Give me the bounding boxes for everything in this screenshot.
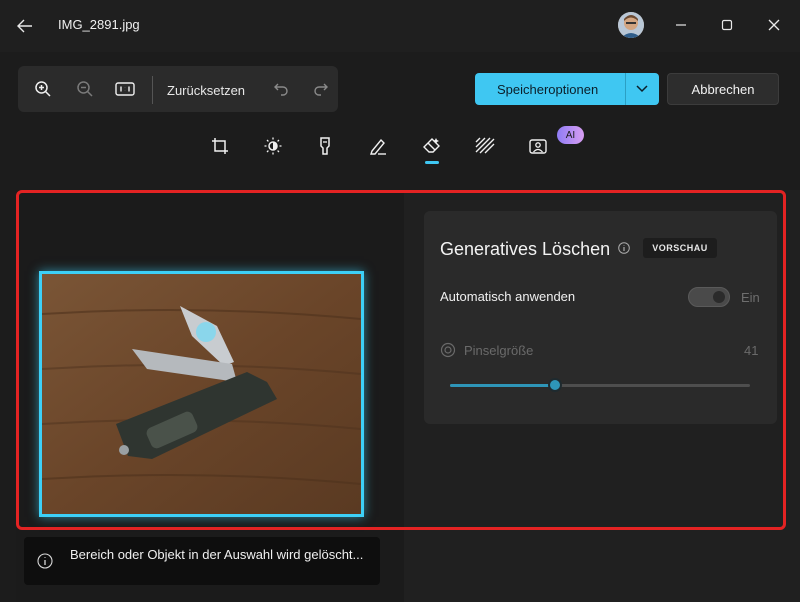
maximize-button[interactable] [710,10,744,40]
brush-size-value: 41 [744,343,759,358]
markup-icon [370,138,386,155]
edited-photo[interactable] [39,271,364,517]
redo-icon [314,83,328,96]
info-icon [37,553,53,569]
save-options-label: Speicheroptionen [497,81,599,97]
actual-size-icon [115,82,135,96]
brush-size-slider-thumb[interactable] [548,378,562,392]
reset-button[interactable]: Zurücksetzen [167,83,245,98]
background-icon [475,137,495,154]
toolbar-divider [152,76,153,104]
zoom-in-icon [35,81,51,97]
auto-apply-label: Automatisch anwenden [440,289,576,304]
tab-filter[interactable] [312,134,338,158]
minimize-button[interactable] [664,10,698,40]
generative-icon [529,139,547,154]
zoom-in-button[interactable] [30,77,56,101]
chevron-down-icon [636,85,648,93]
minimize-icon [676,24,686,26]
toast-message: Bereich oder Objekt in der Auswahl wird … [70,547,364,562]
info-icon[interactable] [617,241,631,255]
avatar[interactable] [618,12,644,38]
brush-size-icon [440,342,456,358]
save-options-dropdown[interactable] [626,85,658,93]
tab-markup[interactable] [365,134,391,158]
tab-crop[interactable] [207,134,233,158]
ai-badge: AI [557,126,584,144]
tab-generative[interactable] [525,134,551,158]
auto-apply-state: Ein [741,290,760,305]
back-button[interactable] [10,12,40,40]
tab-background[interactable] [472,134,498,158]
redo-button[interactable] [308,77,334,101]
save-options-button[interactable]: Speicheroptionen [475,73,659,105]
tab-erase[interactable] [419,134,445,158]
zoom-out-icon [77,81,93,97]
close-button[interactable] [757,10,791,40]
zoom-out-button[interactable] [72,77,98,101]
file-name: IMG_2891.jpg [58,17,140,32]
erase-icon [423,138,440,153]
brush-size-slider-fill [450,384,555,387]
undo-button[interactable] [268,77,294,101]
toggle-knob [713,291,725,303]
filter-icon [320,137,330,155]
actual-size-button[interactable] [112,77,138,101]
undo-icon [274,83,288,96]
panel-title: Generatives Löschen [440,239,611,259]
auto-apply-toggle[interactable] [688,287,730,307]
maximize-icon [721,19,733,31]
cancel-button[interactable]: Abbrechen [667,73,779,105]
crop-icon [212,138,228,154]
brightness-icon [264,137,282,155]
active-tab-indicator [425,161,439,164]
close-icon [768,19,780,31]
preview-badge: VORSCHAU [643,238,717,258]
brush-size-label: Pinselgröße [464,343,534,358]
arrow-left-icon [17,19,32,33]
tab-adjust[interactable] [260,134,286,158]
